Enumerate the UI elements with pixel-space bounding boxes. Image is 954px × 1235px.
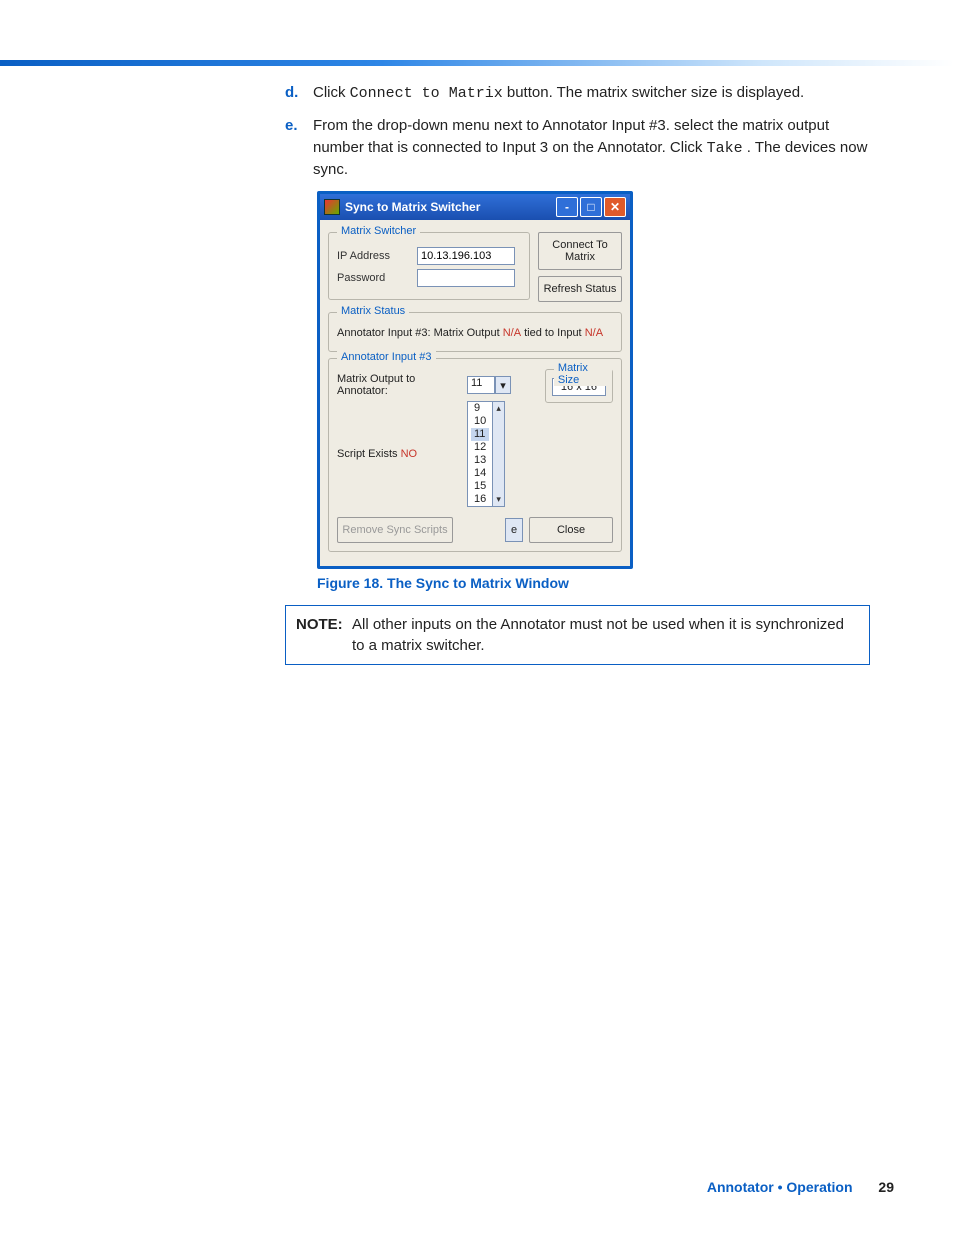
footer-page: 29 xyxy=(878,1179,894,1195)
close-button[interactable]: Close xyxy=(529,517,613,543)
close-window-button[interactable]: ✕ xyxy=(604,197,626,217)
note-text: All other inputs on the Annotator must n… xyxy=(352,614,859,656)
matrix-output-label: Matrix Output to Annotator: xyxy=(337,373,467,397)
matrix-switcher-group: Matrix Switcher IP Address Password xyxy=(328,232,530,300)
sync-to-matrix-dialog: Sync to Matrix Switcher ‐ □ ✕ Matrix Swi… xyxy=(317,191,633,569)
matrix-status-text: Annotator Input #3: Matrix Output N/A ti… xyxy=(337,327,613,339)
step-d-body: Click Connect to Matrix button. The matr… xyxy=(313,82,870,105)
matrix-status-group: Matrix Status Annotator Input #3: Matrix… xyxy=(328,312,622,352)
matrix-output-dropdown-list[interactable]: 9 10 11 12 13 14 15 16 xyxy=(467,401,505,507)
password-label: Password xyxy=(337,272,417,284)
main-content: d. Click Connect to Matrix button. The m… xyxy=(285,82,870,665)
take-button-stub[interactable]: e xyxy=(505,518,523,542)
step-e-body: From the drop-down menu next to Annotato… xyxy=(313,115,870,181)
step-d-marker: d. xyxy=(285,82,313,105)
ip-label: IP Address xyxy=(337,250,417,262)
matrix-size-group: Matrix Size 16 x 16 xyxy=(545,369,613,403)
maximize-button[interactable]: □ xyxy=(580,197,602,217)
figure-caption: Figure 18. The Sync to Matrix Window xyxy=(317,575,870,591)
dropdown-scrollbar[interactable]: ▴▾ xyxy=(492,402,504,506)
chevron-down-icon[interactable]: ▾ xyxy=(495,376,511,394)
step-d: d. Click Connect to Matrix button. The m… xyxy=(285,82,870,105)
note-label: NOTE: xyxy=(296,614,352,656)
page-accent-bar xyxy=(0,60,954,66)
matrix-switcher-legend: Matrix Switcher xyxy=(337,225,420,237)
connect-to-matrix-button[interactable]: Connect To Matrix xyxy=(538,232,622,270)
minimize-button[interactable]: ‐ xyxy=(556,197,578,217)
remove-sync-scripts-button: Remove Sync Scripts xyxy=(337,517,453,543)
dialog-titlebar[interactable]: Sync to Matrix Switcher ‐ □ ✕ xyxy=(320,194,630,220)
annotator-input-legend: Annotator Input #3 xyxy=(337,351,436,363)
step-e: e. From the drop-down menu next to Annot… xyxy=(285,115,870,181)
footer-section: Annotator • Operation xyxy=(707,1179,853,1195)
script-exists-value: NO xyxy=(401,448,418,460)
page-footer: Annotator • Operation 29 xyxy=(707,1179,894,1195)
refresh-status-button[interactable]: Refresh Status xyxy=(538,276,622,302)
dialog-title: Sync to Matrix Switcher xyxy=(345,200,554,214)
app-icon xyxy=(324,199,340,215)
code-connect: Connect to Matrix xyxy=(350,85,503,102)
script-exists-label: Script Exists xyxy=(337,448,401,460)
password-field[interactable] xyxy=(417,269,515,287)
code-take: Take xyxy=(707,140,743,157)
annotator-input-group: Annotator Input #3 Matrix Output to Anno… xyxy=(328,358,622,552)
note-box: NOTE: All other inputs on the Annotator … xyxy=(285,605,870,665)
step-e-marker: e. xyxy=(285,115,313,181)
ip-address-field[interactable] xyxy=(417,247,515,265)
matrix-size-legend: Matrix Size xyxy=(554,362,612,386)
matrix-output-select[interactable]: 11 xyxy=(467,376,495,394)
matrix-status-legend: Matrix Status xyxy=(337,305,409,317)
